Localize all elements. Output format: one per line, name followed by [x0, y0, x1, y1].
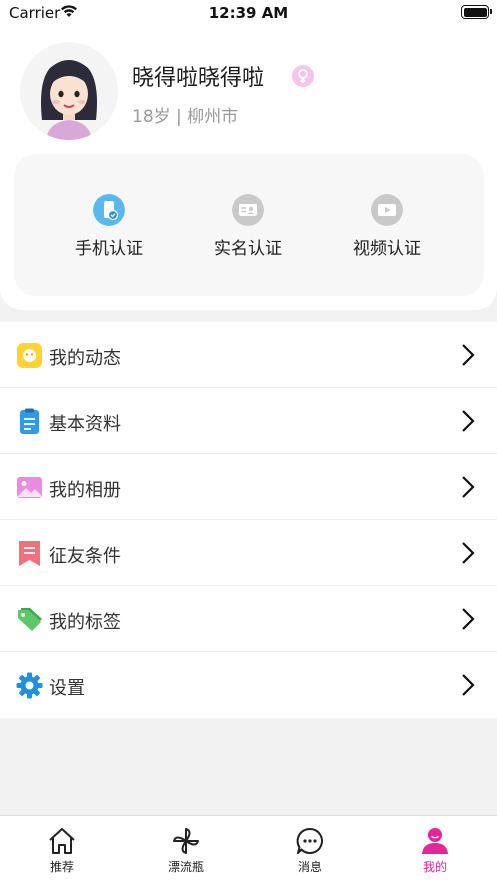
bookmark-icon [19, 541, 40, 566]
album-icon [17, 477, 42, 498]
tab-recommend[interactable]: 推荐 [12, 826, 112, 875]
age-city-info: 18岁 | 柳州市 [132, 107, 239, 127]
tab-label-recommend: 推荐 [49, 860, 74, 874]
tab-label-drift-bottle: 漂流瓶 [167, 860, 204, 874]
menu-label-album: 我的相册 [49, 480, 121, 501]
menu-item-settings[interactable]: 设置 [0, 652, 497, 718]
chevron-right-icon [462, 410, 475, 432]
menu-label-moments: 我的动态 [49, 348, 121, 369]
chevron-right-icon [462, 608, 475, 630]
nickname: 晓得啦晓得啦 [132, 66, 265, 91]
menu-label-tags: 我的标签 [49, 612, 121, 633]
phone-verify-icon [93, 194, 125, 226]
status-time: 12:39 AM [208, 4, 289, 22]
status-bar: Carrier 12:39 AM [0, 0, 497, 26]
menu-label-basic-info: 基本资料 [49, 414, 121, 435]
menu-item-match-criteria[interactable]: 征友条件 [0, 520, 497, 586]
video-icon [371, 194, 403, 226]
tab-drift-bottle[interactable]: 漂流瓶 [136, 826, 236, 875]
clipboard-icon [20, 408, 39, 434]
profile-card: 晓得啦晓得啦 18岁 | 柳州市 手机认证 实名认证 视频认证 [0, 26, 497, 310]
tab-label-mine: 我的 [422, 860, 447, 874]
menu-label-match-criteria: 征友条件 [49, 546, 121, 567]
menu-item-tags[interactable]: 我的标签 [0, 586, 497, 652]
phone-verify-button[interactable]: 手机认证 [49, 194, 169, 259]
tag-icon [18, 608, 42, 631]
tab-messages[interactable]: 消息 [260, 826, 360, 875]
tab-bar: 推荐 漂流瓶 消息 我的 [0, 815, 497, 883]
phone-verify-label: 手机认证 [75, 239, 143, 259]
menu-item-moments[interactable]: 我的动态 [0, 322, 497, 388]
realname-verify-label: 实名认证 [214, 239, 282, 259]
home-icon [49, 828, 75, 854]
realname-verify-button[interactable]: 实名认证 [188, 194, 308, 259]
menu-item-basic-info[interactable]: 基本资料 [0, 388, 497, 454]
chevron-right-icon [462, 674, 475, 696]
tab-label-messages: 消息 [297, 860, 322, 874]
avatar-illustration-icon [41, 60, 97, 140]
pinwheel-icon [173, 828, 199, 854]
menu-item-album[interactable]: 我的相册 [0, 454, 497, 520]
moments-icon [17, 343, 42, 368]
avatar[interactable] [20, 42, 118, 140]
female-icon [292, 65, 314, 87]
battery-icon [461, 5, 492, 19]
video-verify-label: 视频认证 [353, 239, 421, 259]
verification-panel: 手机认证 实名认证 视频认证 [14, 154, 484, 296]
profile-icon [422, 828, 448, 854]
video-verify-button[interactable]: 视频认证 [327, 194, 447, 259]
message-icon [296, 827, 323, 854]
id-card-icon [232, 194, 264, 226]
chevron-right-icon [462, 344, 475, 366]
chevron-right-icon [462, 542, 475, 564]
menu-label-settings: 设置 [49, 678, 85, 699]
settings-gear-icon [16, 672, 43, 699]
tab-mine[interactable]: 我的 [385, 826, 485, 875]
chevron-right-icon [462, 476, 475, 498]
settings-menu: 我的动态 基本资料 我的相册 征友条件 我的标签 设置 [0, 322, 497, 718]
